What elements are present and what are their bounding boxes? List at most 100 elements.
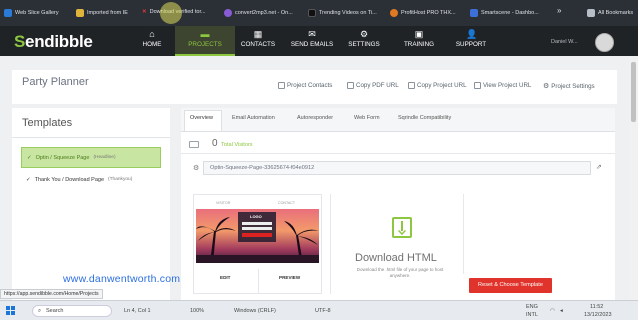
taskbar-search-label[interactable]: Search [46, 308, 63, 314]
nav-settings[interactable]: ⚙ SETTINGS [346, 26, 382, 56]
tiktok-icon [308, 9, 316, 17]
support-icon: 👤 [466, 29, 478, 39]
optin-form-box: LOGO [238, 212, 276, 242]
page-thumbnail[interactable]: LOGO [196, 209, 319, 263]
thumbnail-logo: LOGO [250, 214, 262, 219]
input-region[interactable]: INTL [526, 312, 538, 318]
copy-icon [347, 82, 354, 89]
folder-icon: ▬ [200, 29, 210, 39]
divider [258, 269, 259, 293]
encoding: UTF-8 [315, 308, 331, 314]
tab-overview-bg [184, 110, 222, 132]
user-name[interactable]: Daniel W... [551, 39, 578, 45]
more-bookmarks-icon[interactable]: » [557, 6, 561, 15]
cursor-highlight [160, 2, 182, 24]
divider [330, 194, 331, 294]
bookmark-icon [4, 9, 12, 17]
volume-icon[interactable]: ◂ [560, 308, 563, 314]
nav-support[interactable]: 👤 SUPPORT [452, 26, 490, 56]
nav-send-emails[interactable]: ✉ SEND EMAILS [288, 26, 336, 56]
taskbar: ⌕ Search Ln 4, Col 1 100% Windows (CRLF)… [0, 300, 638, 320]
close-icon: ✕ [142, 9, 147, 15]
nav-home[interactable]: ⌂ HOME [138, 26, 166, 56]
page-url-field[interactable]: Optin-Squeeze-Page-33625674-f04e0912 [203, 161, 591, 175]
tab-divider [181, 131, 615, 132]
avatar[interactable] [595, 33, 614, 52]
scrollbar[interactable] [629, 56, 638, 300]
divider [181, 153, 615, 154]
folder-icon [587, 9, 595, 17]
line-ending: Windows (CRLF) [234, 308, 276, 314]
preview-button[interactable]: PREVIEW [279, 275, 300, 280]
input-language[interactable]: ENG [526, 304, 538, 310]
bookmark-trending-videos[interactable]: Trending Videos on Ti... [308, 9, 377, 17]
bookmark-smartscene[interactable]: Smartscene - Dashbo... [470, 9, 539, 17]
nav-contacts[interactable]: ▦ CONTACTS [238, 26, 278, 56]
watermark: www.danwentworth.com [63, 273, 181, 285]
external-link-icon[interactable]: ⇗ [596, 163, 602, 171]
tab-sqrindle-compatibility[interactable]: Sqrindle Compatibility [398, 115, 451, 121]
external-link-icon [474, 82, 481, 89]
bookmark-profithost[interactable]: ProfitHost PRO THX... [390, 9, 456, 17]
divider [463, 194, 464, 274]
contacts-icon: ▦ [253, 29, 263, 39]
tab-autoresponder[interactable]: Autoresponder [297, 115, 333, 121]
taskbar-search-box[interactable] [32, 305, 112, 317]
thumbnail-button [242, 233, 272, 237]
copy-pdf-url-link[interactable]: Copy PDF URL [347, 82, 399, 89]
windows-start-icon[interactable] [6, 306, 16, 316]
download-html-title[interactable]: Download HTML [355, 252, 437, 264]
project-contacts-link[interactable]: Project Contacts [278, 82, 332, 89]
project-settings-link[interactable]: ⚙ Project Settings [543, 82, 595, 91]
thumbnail-input [242, 227, 272, 230]
page-preview-card: VISITOR CONTACT LOGO EDIT PREVIEW [193, 194, 322, 294]
visitor-count: 0 [212, 138, 218, 149]
copy-project-url-link[interactable]: Copy Project URL [408, 82, 467, 89]
main-content: Party Planner Project Contacts Copy PDF … [0, 56, 638, 300]
site-icon [390, 9, 398, 17]
visitor-caption: VISITOR [216, 201, 231, 205]
clock-time[interactable]: 11:52 [590, 304, 603, 310]
divider [12, 137, 170, 138]
bookmark-web-slice-gallery[interactable]: Web Slice Gallery [4, 9, 59, 17]
windows-start-tile [6, 311, 10, 315]
download-arrow-head [398, 227, 406, 235]
template-optin-squeeze[interactable]: ✓ Optin / Squeeze Page (Headline) [21, 147, 161, 168]
edit-button[interactable]: EDIT [220, 275, 230, 280]
bookmark-convert2mp3[interactable]: convert2mp3.net - On... [224, 9, 293, 17]
scrollbar-thumb[interactable] [631, 62, 636, 122]
all-bookmarks[interactable]: All Bookmarks [587, 9, 633, 17]
link-url-hint: https://app.sendibble.com/Home/Projects [0, 289, 103, 299]
templates-title: Templates [22, 117, 73, 129]
download-html-description: Download the .html file of your page to … [356, 267, 444, 278]
download-icon[interactable] [392, 217, 412, 238]
clock-date[interactable]: 13/12/2023 [584, 312, 612, 318]
tab-email-automation[interactable]: Email Automation [232, 115, 275, 121]
gear-icon[interactable]: ⚙ [193, 164, 199, 172]
site-icon [470, 9, 478, 17]
bookmark-imported-from-ie[interactable]: Imported from IE [76, 9, 128, 17]
copy-icon [408, 82, 415, 89]
visitor-label: Total Visitors [221, 142, 253, 148]
wifi-icon[interactable]: ◠ [550, 308, 555, 314]
tab-web-form[interactable]: Web Form [354, 115, 380, 121]
app-nav: Sendibble ⌂ HOME ▬ PROJECTS ▦ CONTACTS ✉ SEN… [0, 26, 638, 56]
search-icon: ⌕ [38, 308, 42, 314]
sendibble-logo[interactable]: Sendibble [14, 32, 93, 52]
check-icon: ✓ [27, 154, 32, 161]
view-project-url-link[interactable]: View Project URL [474, 82, 531, 89]
template-thank-you[interactable]: ✓ Thank You / Download Page (Thankyou) [21, 169, 161, 190]
training-icon: ▣ [414, 29, 424, 39]
envelope-icon: ✉ [308, 29, 316, 39]
tab-overview[interactable]: Overview [190, 115, 213, 121]
nav-training[interactable]: ▣ TRAINING [401, 26, 437, 56]
nav-projects[interactable]: ▬ PROJECTS [175, 26, 235, 56]
thumbnail-input [242, 222, 272, 225]
gear-icon: ⚙ [359, 29, 369, 39]
site-icon [224, 9, 232, 17]
monitor-icon [189, 141, 199, 148]
reset-choose-template-button[interactable]: Reset & Choose Template [469, 278, 552, 293]
project-title: Party Planner [22, 76, 89, 88]
check-icon: ✓ [26, 176, 31, 183]
contact-caption: CONTACT [278, 201, 296, 205]
